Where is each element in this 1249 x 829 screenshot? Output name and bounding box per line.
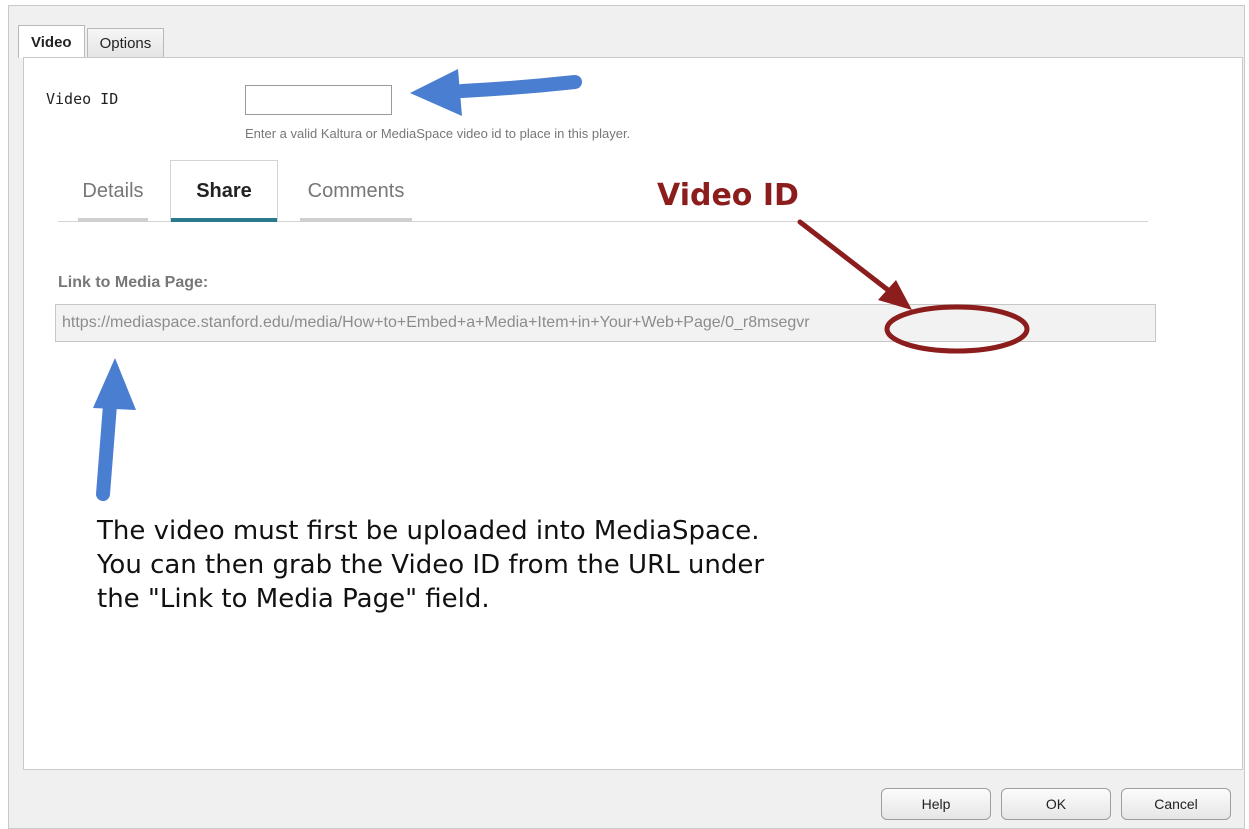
red-arrow-icon xyxy=(797,219,912,310)
ok-button[interactable]: OK xyxy=(1001,788,1111,820)
highlight-ellipse xyxy=(884,304,1030,354)
blue-arrow-left-icon xyxy=(410,69,582,116)
cancel-button[interactable]: Cancel xyxy=(1121,788,1231,820)
annotation-overlay xyxy=(93,69,1030,501)
blue-arrow-up-icon xyxy=(93,358,136,501)
help-button[interactable]: Help xyxy=(881,788,991,820)
